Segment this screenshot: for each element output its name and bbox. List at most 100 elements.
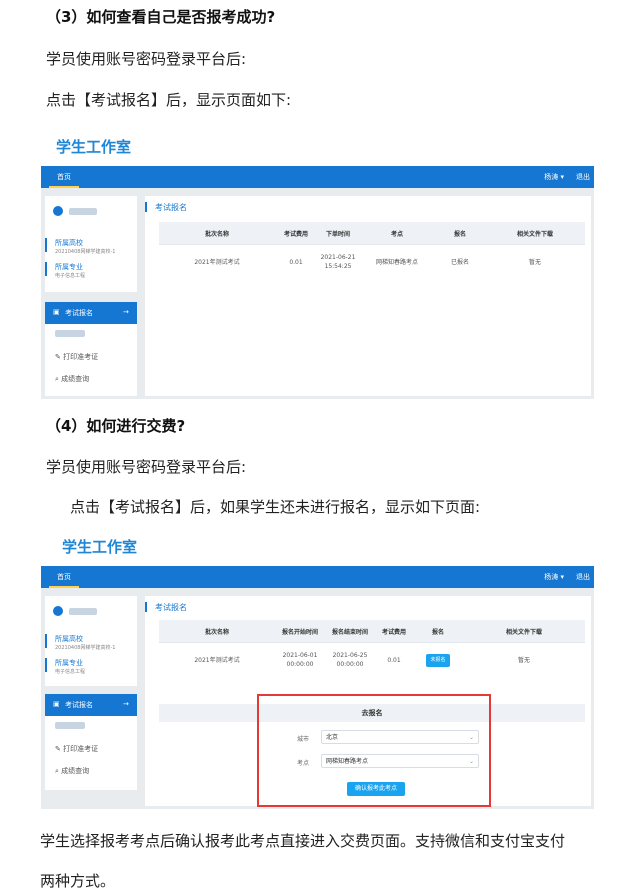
section4-line4: 两种方式。 bbox=[40, 872, 116, 890]
col-header: 考点 bbox=[359, 222, 435, 245]
avatar-icon bbox=[53, 206, 63, 216]
cell-site: 网梯知春路考点 bbox=[359, 244, 435, 279]
col-header: 相关文件下载 bbox=[485, 222, 585, 245]
brand-title-2: 学生工作室 bbox=[62, 538, 138, 556]
exam-table: 批次名称 报名开始时间 报名结束时间 考试费用 报名 相关文件下载 2021年测… bbox=[159, 620, 585, 677]
profile-card: 所属高校 20210408网梯学建高校-1 所属专业 电子信息工程 bbox=[45, 596, 137, 686]
profile-card: 所属高校 20210408网梯学建高校-1 所属专业 电子信息工程 bbox=[45, 196, 137, 292]
nav-home[interactable]: 首页 bbox=[49, 166, 79, 188]
signup-badge-button[interactable]: 未报名 bbox=[426, 653, 450, 667]
col-header: 相关文件下载 bbox=[463, 620, 585, 643]
screenshot-exam-signup: 首页 杨涛 ▾ 退出 所属高校 20210408网梯学建高校-1 所属专业 电子… bbox=[41, 566, 594, 809]
menu-list: ✎ 打印准考证 ⌕ 成绩查询 bbox=[45, 324, 137, 396]
pencil-icon: ✎ bbox=[55, 745, 64, 753]
top-nav-bar: 首页 杨涛 ▾ 退出 bbox=[41, 166, 594, 188]
calendar-icon: ▣ bbox=[53, 308, 60, 316]
menu-exam-signup[interactable]: ▣ 考试报名 → bbox=[45, 302, 137, 324]
section4-heading: （4）如何进行交费? bbox=[46, 417, 186, 435]
nav-home[interactable]: 首页 bbox=[49, 566, 79, 588]
menu-print-ticket-label: 打印准考证 bbox=[63, 353, 99, 361]
redacted-name bbox=[69, 608, 97, 615]
main-panel: 考试报名 批次名称 考试费用 下单时间 考点 报名 相关文件下载 2021年测试… bbox=[145, 196, 591, 396]
cell-batch: 2021年测试考试 bbox=[159, 642, 275, 677]
accent-bar bbox=[45, 658, 47, 672]
menu-exam-signup[interactable]: ▣ 考试报名 → bbox=[45, 694, 137, 716]
user-menu[interactable]: 杨涛 ▾ bbox=[544, 566, 564, 588]
table-header-row: 批次名称 报名开始时间 报名结束时间 考试费用 报名 相关文件下载 bbox=[159, 620, 585, 643]
cell-order-time: 2021-06-21 15:54:25 bbox=[317, 244, 359, 279]
menu-score-query[interactable]: ⌕ 成绩查询 bbox=[55, 766, 89, 776]
section-accent-bar bbox=[145, 602, 147, 612]
accent-bar bbox=[45, 634, 47, 648]
col-header: 批次名称 bbox=[159, 222, 275, 245]
major-value: 电子信息工程 bbox=[55, 669, 86, 675]
col-header: 报名 bbox=[413, 620, 463, 643]
calendar-icon: ▣ bbox=[53, 700, 60, 708]
cell-fee: 0.01 bbox=[375, 642, 413, 677]
logout-link[interactable]: 退出 bbox=[576, 566, 590, 588]
accent-bar bbox=[45, 238, 47, 252]
menu-exam-signup-label: 考试报名 bbox=[65, 309, 93, 317]
cell-fee: 0.01 bbox=[275, 244, 317, 279]
highlight-frame bbox=[257, 694, 491, 807]
section-accent-bar bbox=[145, 202, 147, 212]
arrow-right-icon: → bbox=[123, 308, 129, 316]
cell-files: 暂无 bbox=[463, 642, 585, 677]
section-title: 考试报名 bbox=[155, 603, 187, 612]
start-clock: 00:00:00 bbox=[286, 661, 314, 668]
cell-files: 暂无 bbox=[485, 244, 585, 279]
menu-print-ticket[interactable]: ✎ 打印准考证 bbox=[55, 744, 98, 754]
logout-link[interactable]: 退出 bbox=[576, 166, 590, 188]
exam-table: 批次名称 考试费用 下单时间 考点 报名 相关文件下载 2021年测试考试 0.… bbox=[159, 222, 585, 279]
menu-score-query-label: 成绩查询 bbox=[61, 767, 90, 775]
table-row: 2021年测试考试 0.01 2021-06-21 15:54:25 网梯知春路考… bbox=[159, 244, 585, 279]
pencil-icon: ✎ bbox=[55, 353, 64, 361]
section3-heading: （3）如何查看自己是否报考成功? bbox=[46, 8, 276, 26]
end-date: 2021-06-25 bbox=[332, 652, 368, 659]
screenshot-exam-status: 首页 杨涛 ▾ 退出 所属高校 20210408网梯学建高校-1 所属专业 电子… bbox=[41, 166, 594, 399]
school-value: 20210408网梯学建高校-1 bbox=[55, 249, 116, 255]
major-label: 所属专业 bbox=[55, 263, 83, 271]
cell-status: 未报名 bbox=[413, 642, 463, 677]
menu-score-query-label: 成绩查询 bbox=[61, 375, 90, 383]
section4-line2: 点击【考试报名】后，如果学生还未进行报名，显示如下页面: bbox=[70, 498, 481, 516]
col-header: 考试费用 bbox=[375, 620, 413, 643]
col-header: 报名 bbox=[435, 222, 485, 245]
accent-bar bbox=[45, 262, 47, 276]
table-row: 2021年测试考试 2021-06-01 00:00:00 2021-06-25 0… bbox=[159, 642, 585, 677]
menu-score-query[interactable]: ⌕ 成绩查询 bbox=[55, 374, 89, 384]
menu-print-ticket[interactable]: ✎ 打印准考证 bbox=[55, 352, 98, 362]
col-header: 考试费用 bbox=[275, 222, 317, 245]
top-nav-bar: 首页 杨涛 ▾ 退出 bbox=[41, 566, 594, 588]
brand-title-1: 学生工作室 bbox=[56, 138, 132, 156]
school-value: 20210408网梯学建高校-1 bbox=[55, 645, 116, 651]
major-value: 电子信息工程 bbox=[55, 273, 86, 279]
redacted-name bbox=[69, 208, 97, 215]
section4-line1: 学员使用账号密码登录平台后: bbox=[46, 458, 247, 476]
end-clock: 00:00:00 bbox=[336, 661, 364, 668]
section-title: 考试报名 bbox=[155, 203, 187, 212]
table-header-row: 批次名称 考试费用 下单时间 考点 报名 相关文件下载 bbox=[159, 222, 585, 245]
section4-line3: 学生选择报考考点后确认报考此考点直接进入交费页面。支持微信和支付宝支付 bbox=[40, 832, 566, 850]
school-label: 所属高校 bbox=[55, 239, 83, 247]
cell-batch: 2021年测试考试 bbox=[159, 244, 275, 279]
cell-start-time: 2021-06-01 00:00:00 bbox=[275, 642, 325, 677]
user-menu[interactable]: 杨涛 ▾ bbox=[544, 166, 564, 188]
school-label: 所属高校 bbox=[55, 635, 83, 643]
col-header: 下单时间 bbox=[317, 222, 359, 245]
section3-line1: 学员使用账号密码登录平台后: bbox=[46, 50, 247, 68]
major-label: 所属专业 bbox=[55, 659, 83, 667]
arrow-right-icon: → bbox=[123, 700, 129, 708]
col-header: 报名开始时间 bbox=[275, 620, 325, 643]
avatar-icon bbox=[53, 606, 63, 616]
redacted-item bbox=[55, 330, 85, 337]
order-date: 2021-06-21 bbox=[320, 254, 356, 261]
cell-end-time: 2021-06-25 00:00:00 bbox=[325, 642, 375, 677]
menu-print-ticket-label: 打印准考证 bbox=[63, 745, 99, 753]
menu-list: ✎ 打印准考证 ⌕ 成绩查询 bbox=[45, 716, 137, 790]
order-clock: 15:54:25 bbox=[324, 263, 352, 270]
redacted-item bbox=[55, 722, 85, 729]
col-header: 报名结束时间 bbox=[325, 620, 375, 643]
col-header: 批次名称 bbox=[159, 620, 275, 643]
start-date: 2021-06-01 bbox=[282, 652, 318, 659]
